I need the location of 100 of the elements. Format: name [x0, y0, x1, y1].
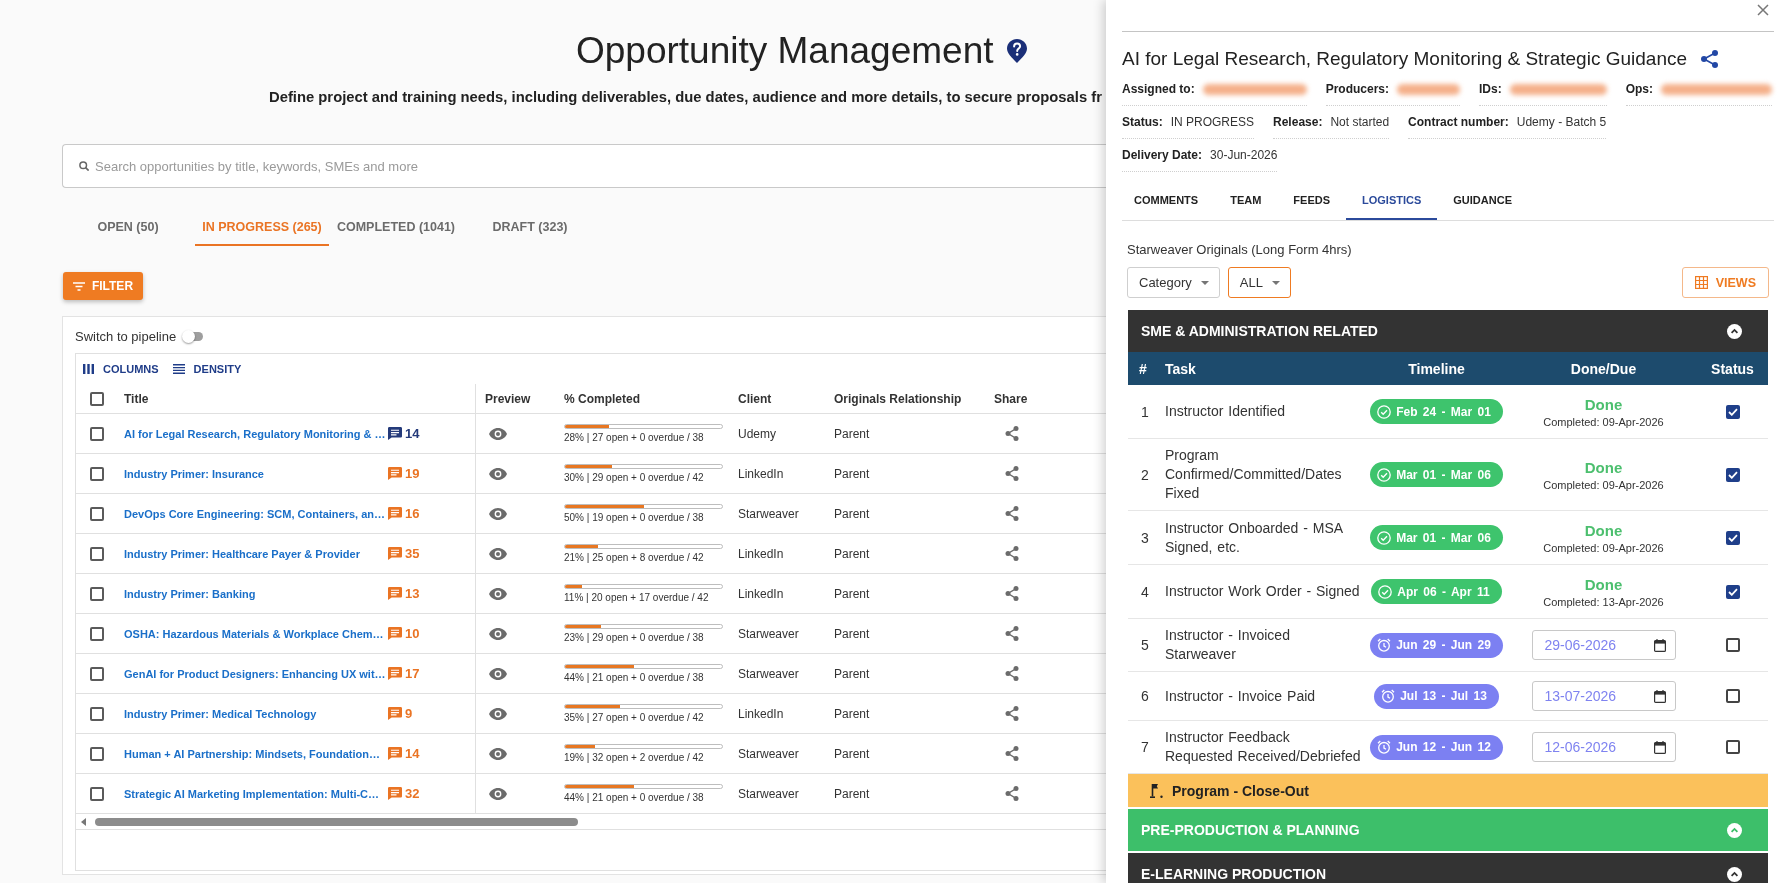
toolbar-button[interactable]: COLUMNS [83, 363, 159, 375]
row-number: 7 [1140, 739, 1150, 755]
status-tab[interactable]: IN PROGRESS (265) [195, 210, 329, 246]
row-checkbox[interactable] [89, 466, 104, 481]
completion-date: Completed: 09-Apr-2026 [1543, 478, 1664, 492]
row-checkbox[interactable] [89, 586, 104, 601]
opportunity-link[interactable]: Industry Primer: Medical Technology [124, 707, 317, 720]
status-checkbox[interactable] [1725, 638, 1740, 652]
row-checkbox[interactable] [89, 426, 104, 441]
column-header[interactable]: Client [738, 391, 772, 406]
views-button[interactable]: VIEWS [1681, 267, 1769, 298]
row-number: 5 [1140, 637, 1150, 653]
status-tab[interactable]: DRAFT (323) [463, 210, 597, 246]
detail-tab[interactable]: TEAM [1214, 181, 1278, 220]
row-checkbox[interactable] [89, 546, 104, 561]
page-description: Define project and training needs, including deliverables, due dates, audience and more details, to secure proposals fr [269, 88, 1102, 107]
detail-tab[interactable]: FEEDS [1277, 181, 1347, 220]
comment-count: 17 [405, 666, 420, 681]
field-value: IN PROGRESS [1170, 114, 1255, 131]
client-name: LinkedIn [738, 586, 784, 601]
row-checkbox[interactable] [89, 786, 104, 801]
share-icon[interactable] [1005, 706, 1019, 721]
client-name: Starweaver [738, 626, 799, 641]
detail-tab[interactable]: COMMENTS [1118, 181, 1215, 220]
chevron-up-icon[interactable] [1727, 866, 1742, 882]
eye-icon[interactable] [489, 627, 507, 640]
share-icon[interactable] [1701, 50, 1719, 68]
filter-dropdown[interactable]: Category [1127, 267, 1220, 298]
detail-tab[interactable]: LOGISTICS [1346, 181, 1438, 220]
search-field[interactable]: Search opportunities by title, keywords, SMEs and more [62, 144, 1106, 188]
column-header[interactable]: Share [994, 391, 1028, 406]
opportunity-link[interactable]: AI for Legal Research, Regulatory Monitoring & … [124, 427, 386, 440]
row-checkbox[interactable] [89, 746, 104, 761]
eye-icon[interactable] [489, 507, 507, 520]
date-field[interactable]: 13-07-2026 [1531, 681, 1676, 711]
arrow-left-icon[interactable] [81, 817, 86, 826]
section-header[interactable]: E-LEARNING PRODUCTION [1128, 853, 1768, 883]
date-field[interactable]: 12-06-2026 [1531, 732, 1676, 762]
close-icon[interactable] [1757, 4, 1769, 16]
opportunity-link[interactable]: Industry Primer: Healthcare Payer & Provider [124, 547, 360, 560]
status-checkbox[interactable] [1725, 689, 1740, 703]
column-header[interactable]: Preview [485, 391, 531, 406]
status-tab[interactable]: COMPLETED (1041) [329, 210, 463, 246]
detail-tab[interactable]: GUIDANCE [1437, 181, 1528, 220]
share-icon[interactable] [1005, 466, 1019, 481]
eye-icon[interactable] [489, 427, 507, 440]
status-checkbox[interactable] [1725, 530, 1740, 545]
row-checkbox[interactable] [89, 706, 104, 721]
row-checkbox[interactable] [89, 506, 104, 521]
column-header[interactable]: Title [124, 391, 149, 406]
status-checkbox[interactable] [1725, 584, 1740, 599]
share-icon[interactable] [1005, 506, 1019, 521]
toolbar-button[interactable]: DENSITY [172, 363, 242, 375]
share-icon[interactable] [1005, 666, 1019, 681]
select-all-checkbox[interactable] [89, 391, 104, 406]
eye-icon[interactable] [489, 547, 507, 560]
pipeline-switch[interactable] [182, 329, 205, 343]
opportunity-link[interactable]: Human + AI Partnership: Mindsets, Foundation… [124, 747, 380, 760]
share-icon[interactable] [1005, 626, 1019, 641]
status-checkbox[interactable] [1725, 740, 1740, 754]
row-checkbox[interactable] [89, 626, 104, 641]
filter-dropdown[interactable]: ALL [1227, 267, 1291, 298]
opportunity-link[interactable]: OSHA: Hazardous Materials & Workplace Chem… [124, 627, 384, 640]
eye-icon[interactable] [489, 587, 507, 600]
status-checkbox[interactable] [1725, 404, 1740, 419]
caret-icon [1200, 280, 1209, 285]
comment-count: 19 [405, 466, 420, 481]
share-icon[interactable] [1005, 546, 1019, 561]
column-header[interactable]: % Completed [564, 391, 640, 406]
progress-summary: 23% | 29 open + 0 overdue / 38 [564, 631, 704, 644]
eye-icon[interactable] [489, 707, 507, 720]
comment-icon[interactable] [388, 427, 402, 440]
help-icon[interactable] [1006, 39, 1027, 63]
status-tab[interactable]: OPEN (50) [61, 210, 195, 246]
section-header[interactable]: SME & ADMINISTRATION RELATED [1128, 310, 1768, 352]
eye-icon[interactable] [489, 747, 507, 760]
opportunity-link[interactable]: DevOps Core Engineering: SCM, Containers, an… [124, 507, 385, 520]
filter-button[interactable]: FILTER [63, 272, 143, 300]
alarm-clock-icon [1381, 689, 1396, 703]
check-circle-icon [1377, 404, 1392, 419]
chevron-up-icon[interactable] [1727, 323, 1742, 339]
eye-icon[interactable] [489, 787, 507, 800]
opportunity-link[interactable]: GenAI for Product Designers: Enhancing UX wit… [124, 667, 386, 680]
task-name: Instructor Work Order - Signed [1165, 582, 1360, 601]
share-icon[interactable] [1005, 786, 1019, 801]
eye-icon[interactable] [489, 467, 507, 480]
opportunity-link[interactable]: Strategic AI Marketing Implementation: Multi-C… [124, 787, 380, 800]
row-checkbox[interactable] [89, 666, 104, 681]
date-field[interactable]: 29-06-2026 [1531, 630, 1676, 660]
column-header[interactable]: Originals Relationship [834, 391, 962, 406]
share-icon[interactable] [1005, 746, 1019, 761]
status-checkbox[interactable] [1725, 467, 1740, 482]
field-label: Delivery Date: [1122, 147, 1203, 164]
field-label: Assigned to: [1122, 81, 1195, 98]
share-icon[interactable] [1005, 426, 1019, 441]
share-icon[interactable] [1005, 586, 1019, 601]
opportunity-link[interactable]: Industry Primer: Banking [124, 587, 256, 600]
scrollbar-thumb[interactable] [95, 817, 578, 826]
opportunity-link[interactable]: Industry Primer: Insurance [124, 467, 264, 480]
eye-icon[interactable] [489, 667, 507, 680]
